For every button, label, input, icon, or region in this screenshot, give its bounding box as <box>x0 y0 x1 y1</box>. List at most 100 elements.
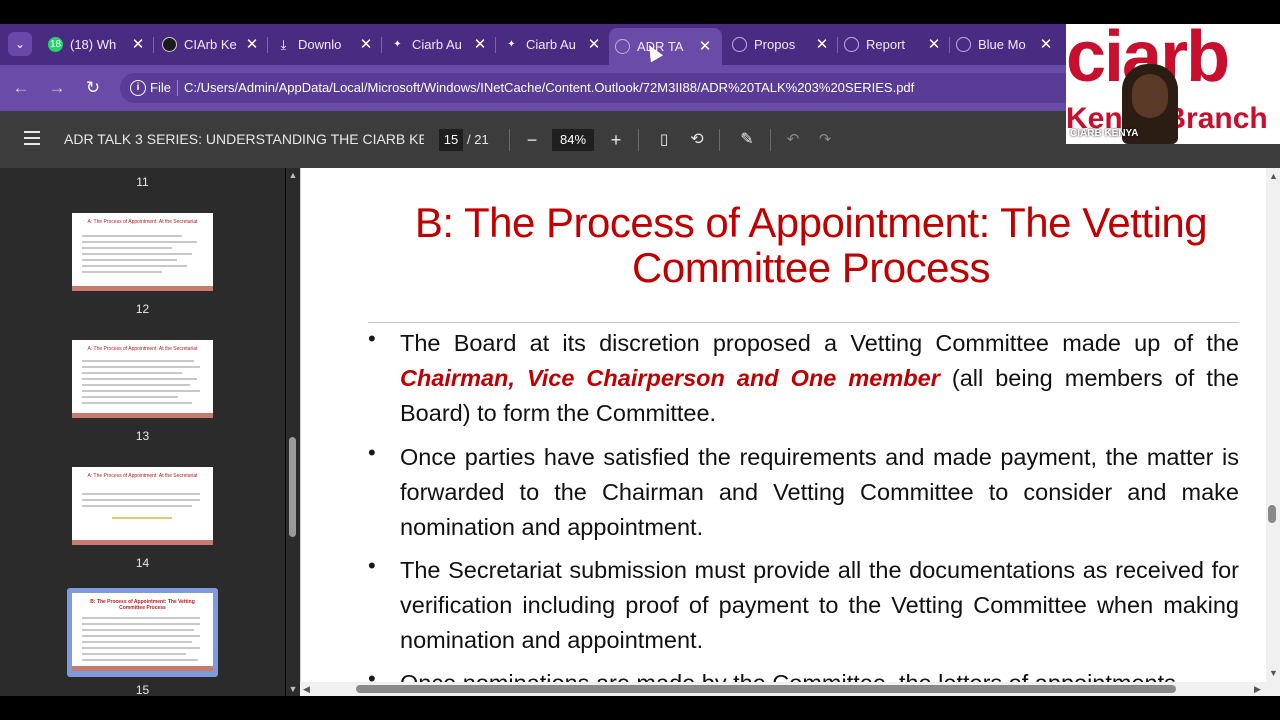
scroll-down-icon[interactable]: ▼ <box>1269 668 1278 678</box>
bullet-item: • The Secretariat submission must provid… <box>368 553 1239 658</box>
chevron-down-icon: ⌄ <box>14 37 26 51</box>
whatsapp-icon: 18 <box>48 37 63 52</box>
plus-icon: + <box>610 130 622 150</box>
redo-icon: ↷ <box>818 131 832 148</box>
close-icon[interactable]: ✕ <box>245 32 259 57</box>
globe-icon <box>956 37 971 52</box>
page-total: / 21 <box>467 132 489 147</box>
horizontal-scroll-thumb[interactable] <box>356 685 1176 693</box>
bullet-emphasis: Chairman, Vice Chairperson and One membe… <box>400 365 940 391</box>
tab-title: CIArb Ke <box>184 37 237 52</box>
sidebar-scrollbar[interactable] <box>286 168 300 696</box>
tab-title: Blue Mo <box>978 37 1026 52</box>
close-icon[interactable]: ✕ <box>815 32 829 57</box>
bullet-item: • The Board at its discretion proposed a… <box>368 326 1239 431</box>
forward-button[interactable]: → <box>46 77 68 99</box>
toolbar-divider <box>770 129 771 151</box>
download-icon: ⤓ <box>280 37 287 52</box>
undo-button[interactable]: ↶ <box>781 128 805 152</box>
scroll-left-icon[interactable]: ◀ <box>303 684 310 695</box>
tab-divider <box>267 37 268 53</box>
browser-tab[interactable]: Blue Mo ✕ <box>950 32 1063 57</box>
speaker-label: CIARB KENYA <box>1070 128 1139 139</box>
browser-tab[interactable]: CIArb Ke ✕ <box>156 32 269 57</box>
browser-tab-active[interactable]: ADR TA ✕ <box>609 28 722 65</box>
vertical-scroll-thumb[interactable] <box>1268 505 1276 523</box>
close-icon[interactable]: ✕ <box>927 32 941 57</box>
thumbnail-title: A: The Process of Appointment: At the Se… <box>87 219 198 225</box>
scroll-right-icon[interactable]: ▶ <box>1254 684 1261 695</box>
close-icon[interactable]: ✕ <box>131 32 145 57</box>
thumbnail-title: A: The Process of Appointment: At the Se… <box>87 473 198 479</box>
tab-divider <box>153 37 154 53</box>
bullet-text: Once parties have satisfied the requirem… <box>400 444 1239 540</box>
close-icon[interactable]: ✕ <box>1039 32 1053 57</box>
tab-divider <box>381 37 382 53</box>
ciarb-icon: ✦ <box>393 39 402 50</box>
ciarb-icon <box>162 37 177 52</box>
zoom-in-button[interactable]: + <box>604 128 628 152</box>
page-thumbnail[interactable]: A: The Process of Appointment: At the Se… <box>72 213 213 291</box>
close-icon[interactable]: ✕ <box>359 32 373 57</box>
reload-button[interactable]: ↻ <box>82 77 104 99</box>
draw-button[interactable]: ✎ <box>735 128 759 152</box>
omnibox[interactable]: i File C:/Users/Admin/AppData/Local/Micr… <box>120 73 1068 103</box>
toolbar-divider <box>719 129 720 151</box>
title-rule <box>368 322 1239 323</box>
close-icon[interactable]: ✕ <box>698 28 712 65</box>
bullet-icon: • <box>368 440 376 465</box>
page-number-input[interactable]: 15 <box>439 129 463 151</box>
rotate-button[interactable]: ⟲ <box>685 128 709 152</box>
slide-title: B: The Process of Appointment: The Vetti… <box>414 199 1208 291</box>
browser-tab[interactable]: 18 (18) Wh ✕ <box>42 32 155 57</box>
tab-title: (18) Wh <box>70 37 117 52</box>
redo-button[interactable]: ↷ <box>813 128 837 152</box>
scroll-down-icon[interactable]: ▼ <box>287 684 299 694</box>
arrow-right-icon: → <box>48 78 66 97</box>
vertical-scrollbar[interactable] <box>1266 168 1280 696</box>
minus-icon: − <box>526 130 538 150</box>
reload-icon: ↻ <box>85 78 101 97</box>
page-thumbnail[interactable]: A: The Process of Appointment: At the Se… <box>72 467 213 545</box>
back-button[interactable]: ← <box>10 77 32 99</box>
address-bar-row: ← → ↻ i File C:/Users/Admin/AppData/Loca… <box>0 65 1068 111</box>
tab-title: Ciarb Au <box>526 37 576 52</box>
page-thumbnail-current[interactable]: B: The Process of Appointment: The Vetti… <box>72 593 213 671</box>
thumbnail-title: A: The Process of Appointment: At the Se… <box>87 346 198 352</box>
omnibox-divider <box>177 80 178 96</box>
browser-tab-strip: ⌄ 18 (18) Wh ✕ CIArb Ke ✕ ⤓ Downlo ✕ ✦ C… <box>0 24 1068 65</box>
scroll-up-icon[interactable]: ▲ <box>1269 171 1278 181</box>
tab-title: Report <box>866 37 906 52</box>
tab-search-button[interactable]: ⌄ <box>8 32 32 56</box>
bullet-item: • Once parties have satisfied the requir… <box>368 440 1239 545</box>
browser-tab[interactable]: ✦ Ciarb Au ✕ <box>498 32 611 57</box>
scroll-up-icon[interactable]: ▲ <box>287 170 299 180</box>
browser-tab[interactable]: Report ✕ <box>838 32 951 57</box>
close-icon[interactable]: ✕ <box>473 32 487 57</box>
bullet-text: The Secretariat submission must provide … <box>400 557 1239 653</box>
menu-icon[interactable] <box>24 131 40 145</box>
thumbnail-page-number: 11 <box>136 175 149 189</box>
speaker-face <box>1132 74 1168 118</box>
page-thumbnail[interactable]: A: The Process of Appointment: At the Se… <box>72 340 213 418</box>
zoom-input[interactable]: 84% <box>552 129 594 151</box>
url-text[interactable]: C:/Users/Admin/AppData/Local/Microsoft/W… <box>184 73 914 103</box>
info-icon[interactable]: i <box>130 80 146 96</box>
tab-title: Ciarb Au <box>412 37 462 52</box>
zoom-out-button[interactable]: − <box>520 128 544 152</box>
sidebar-scroll-thumb[interactable] <box>289 437 296 537</box>
arrow-left-icon: ← <box>12 78 30 97</box>
bullet-icon: • <box>368 326 376 351</box>
browser-tab[interactable]: Propos ✕ <box>726 32 839 57</box>
browser-tab[interactable]: ⤓ Downlo ✕ <box>270 32 383 57</box>
bullet-text: The Board at its discretion proposed a V… <box>400 330 1239 356</box>
thumbnail-page-number: 15 <box>135 683 150 697</box>
webcam-overlay: ciarb Kenya Branch CIARB KENYA <box>1066 24 1280 144</box>
fit-page-button[interactable]: ▯ <box>652 128 676 152</box>
scheme-label: File <box>150 80 171 95</box>
document-viewport: B: The Process of Appointment: The Vetti… <box>300 168 1280 696</box>
rotate-icon: ⟲ <box>690 131 704 148</box>
close-icon[interactable]: ✕ <box>587 32 601 57</box>
browser-tab[interactable]: ✦ Ciarb Au ✕ <box>384 32 497 57</box>
tab-title: Propos <box>754 37 796 52</box>
